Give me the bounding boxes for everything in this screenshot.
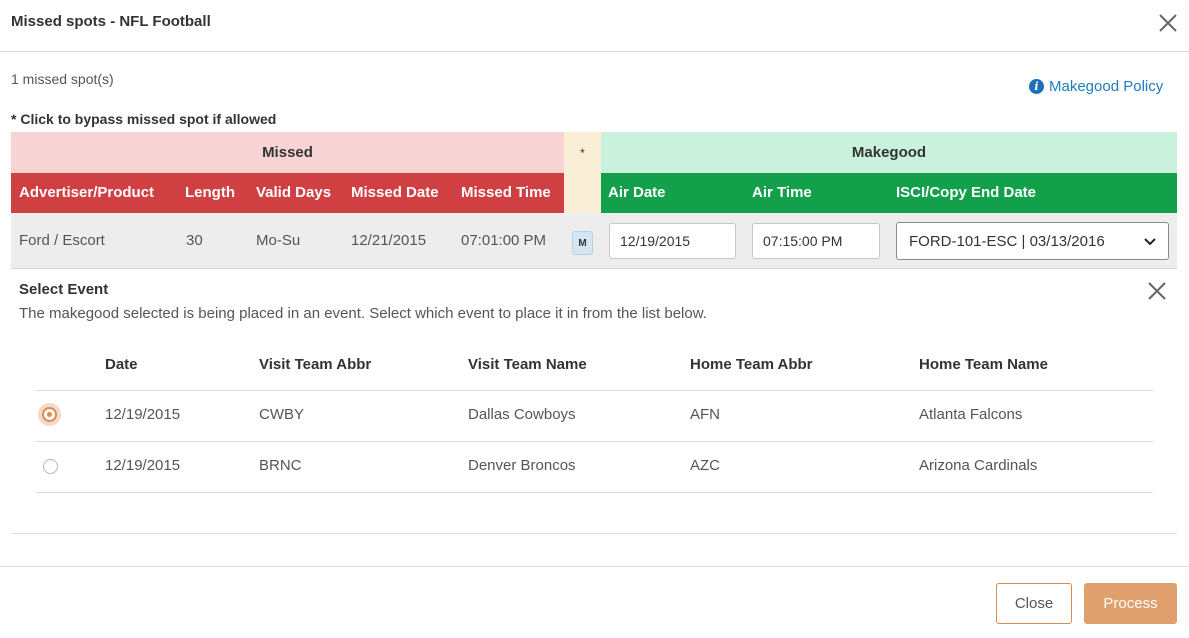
col-length: Length [185, 184, 235, 201]
event-1-visit-name: Dallas Cowboys [468, 406, 576, 423]
event-1-home-abbr: AFN [690, 406, 720, 423]
bypass-columns-bar [564, 173, 601, 213]
section-divider [11, 533, 1177, 534]
chevron-down-icon [1144, 233, 1156, 250]
event-col-home-name: Home Team Name [919, 356, 1048, 373]
radio-dot [47, 412, 52, 417]
process-button[interactable]: Process [1084, 583, 1177, 624]
event-row-divider [35, 441, 1153, 442]
event-1-date: 12/19/2015 [105, 406, 181, 423]
event-1-visit-abbr: CWBY [259, 406, 304, 423]
event-2-date: 12/19/2015 [105, 457, 181, 474]
event-2-home-abbr: AZC [690, 457, 720, 474]
radio-ring [42, 407, 57, 422]
spot-valid-days: Mo-Su [256, 232, 301, 249]
dialog-title: Missed spots - NFL Football [11, 13, 211, 30]
bypass-note: * Click to bypass missed spot if allowed [11, 111, 277, 127]
close-icon[interactable] [1147, 281, 1167, 301]
close-button[interactable]: Close [996, 583, 1072, 624]
isci-select[interactable]: FORD-101-ESC | 03/13/2016 [896, 222, 1169, 260]
event-2-home-name: Arizona Cardinals [919, 457, 1038, 474]
col-missed-time: Missed Time [461, 184, 551, 201]
event-table-divider [35, 390, 1153, 391]
makegood-policy-label: Makegood Policy [1049, 78, 1164, 95]
info-icon: i [1029, 79, 1044, 94]
dialog-header: Missed spots - NFL Football [0, 0, 1189, 52]
event-radio-1[interactable] [38, 403, 61, 426]
makegood-group-header: Makegood [601, 132, 1177, 173]
makegood-policy-link[interactable]: i Makegood Policy [1029, 78, 1163, 95]
event-radio-2[interactable] [43, 459, 58, 474]
event-row-divider [35, 492, 1153, 493]
spot-missed-time: 07:01:00 PM [461, 232, 547, 249]
event-col-visit-name: Visit Team Name [468, 356, 587, 373]
col-missed-date: Missed Date [351, 184, 439, 201]
select-event-title: Select Event [19, 281, 109, 298]
close-icon[interactable] [1157, 12, 1179, 34]
air-time-input[interactable]: 07:15:00 PM [752, 223, 880, 259]
makegood-columns-bar [601, 173, 1177, 213]
spot-length: 30 [186, 232, 203, 249]
event-2-visit-name: Denver Broncos [468, 457, 576, 474]
event-1-home-name: Atlanta Falcons [919, 406, 1023, 423]
col-air-date: Air Date [608, 184, 666, 201]
spot-missed-date: 12/21/2015 [351, 232, 427, 249]
footer-divider [0, 566, 1189, 567]
col-air-time: Air Time [752, 184, 812, 201]
air-date-input[interactable]: 12/19/2015 [609, 223, 736, 259]
event-col-visit-abbr: Visit Team Abbr [259, 356, 372, 373]
missed-group-header: Missed [11, 132, 564, 173]
bypass-group-header: * [564, 132, 601, 173]
event-2-visit-abbr: BRNC [259, 457, 302, 474]
col-isci: ISCI/Copy End Date [896, 184, 1037, 201]
col-valid-days: Valid Days [256, 184, 332, 201]
select-event-description: The makegood selected is being placed in… [19, 305, 707, 322]
isci-select-value: FORD-101-ESC | 03/13/2016 [909, 232, 1105, 250]
bypass-badge[interactable]: M [572, 231, 593, 255]
col-advertiser: Advertiser/Product [19, 184, 155, 201]
event-col-date: Date [105, 356, 138, 373]
spot-advertiser: Ford / Escort [19, 232, 105, 249]
event-col-home-abbr: Home Team Abbr [690, 356, 813, 373]
missed-count: 1 missed spot(s) [11, 71, 114, 87]
